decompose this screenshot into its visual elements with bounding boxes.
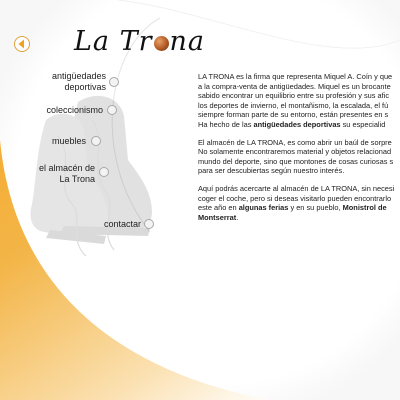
nav-item-coleccionismo[interactable]: coleccionismo: [46, 105, 103, 116]
nav-item-muebles[interactable]: muebles: [52, 136, 86, 147]
intro-paragraph: Aquí podrás acercarte al almacén de LA T…: [198, 184, 400, 222]
intro-line: Aquí podrás acercarte al almacén de LA T…: [198, 184, 400, 194]
intro-line: a la compra-venta de antigüedades. Mique…: [198, 82, 400, 92]
intro-line: los deportes de invierno, el montañismo,…: [198, 101, 400, 111]
body-text: Ha hecho de las: [198, 119, 254, 129]
nav-label-line: el almacén de: [38, 163, 95, 173]
intro-line: No solamente encontraremos material y ob…: [198, 147, 400, 157]
body-text: coger el coche, pero si deseas visitarlo…: [198, 193, 392, 203]
intro-line: mundo del deporte, sino que montones de …: [198, 157, 400, 167]
intro-line: Ha hecho de las antigüedades deportivas …: [198, 120, 400, 130]
body-text: siempre forman parte de su entorno, está…: [198, 110, 389, 120]
body-text: los deportes de invierno, el montañismo,…: [198, 100, 389, 110]
intro-line: El almacén de LA TRONA, es como abrir un…: [198, 138, 400, 148]
intro-line: siempre forman parte de su entorno, está…: [198, 110, 400, 120]
nav-item-el-almacen-de-la-trona[interactable]: el almacén de La Trona: [39, 163, 95, 185]
highlight-text: Monistrol de: [342, 203, 387, 213]
body-text: para ser descubiertas según nuestro inte…: [198, 166, 345, 176]
body-text: El almacén de LA TRONA, es como abrir un…: [198, 137, 392, 147]
intro-line: coger el coche, pero si deseas visitarlo…: [198, 194, 400, 204]
body-text: mundo del deporte, sino que montones de …: [198, 156, 394, 166]
nav-dot-el-almacen-de-la-trona[interactable]: [99, 167, 109, 177]
nav-label-line: antigüedades: [51, 71, 106, 81]
body-text: No solamente encontraremos material y ob…: [198, 147, 392, 157]
nav-item-contactar[interactable]: contactar: [104, 219, 141, 230]
body-text: su especialid: [340, 119, 386, 129]
intro-line: para ser descubiertas según nuestro inte…: [198, 166, 400, 176]
intro-paragraph: El almacén de LA TRONA, es como abrir un…: [198, 138, 400, 176]
logo-text-end: na: [169, 26, 206, 57]
intro-text: LA TRONA es la firma que representa Miqu…: [198, 72, 400, 230]
body-text: sabido encontrar un equilibrio entre su …: [198, 91, 390, 101]
nav-dot-coleccionismo[interactable]: [107, 105, 117, 115]
nav-label-line: deportivas: [64, 82, 106, 92]
highlight-text: Montserrat: [198, 212, 237, 222]
intro-line: sabido encontrar un equilibrio entre su …: [198, 91, 400, 101]
nav-label-line: contactar: [104, 219, 142, 229]
logo-ball-icon: [153, 36, 169, 51]
nav-dot-antiguedades-deportivas[interactable]: [109, 77, 119, 87]
intro-paragraph: LA TRONA es la firma que representa Miqu…: [198, 72, 400, 130]
nav-label-line: coleccionismo: [46, 105, 103, 115]
site-logo: La Tr na: [74, 26, 205, 57]
intro-line: Montserrat.: [198, 213, 400, 223]
body-text: este año en: [198, 203, 239, 213]
nav-label-line: muebles: [51, 136, 86, 146]
logo-text-start: La Tr: [74, 26, 153, 57]
back-button[interactable]: [14, 36, 30, 52]
intro-line: este año en algunas ferias y en su puebl…: [198, 203, 400, 213]
body-text: y en su pueblo,: [288, 203, 343, 213]
chevron-left-icon: [18, 39, 24, 49]
nav-label-line: La Trona: [59, 174, 95, 184]
nav-dot-muebles[interactable]: [91, 136, 101, 146]
body-text: a la compra-venta de antigüedades. Mique…: [198, 81, 391, 91]
nav-item-antiguedades-deportivas[interactable]: antigüedades deportivas: [52, 71, 106, 93]
highlight-text: antigüedades deportivas: [253, 119, 341, 129]
body-text: .: [236, 212, 239, 222]
page: La Tr na antigüedades deportivas coleccio…: [0, 0, 400, 400]
intro-line: LA TRONA es la firma que representa Miqu…: [198, 72, 400, 82]
body-text: Aquí podrás acercarte al almacén de LA T…: [198, 183, 395, 193]
highlight-text: algunas ferias: [238, 203, 289, 213]
nav-dot-contactar[interactable]: [144, 219, 154, 229]
body-text: LA TRONA es la firma que representa Miqu…: [198, 72, 393, 81]
